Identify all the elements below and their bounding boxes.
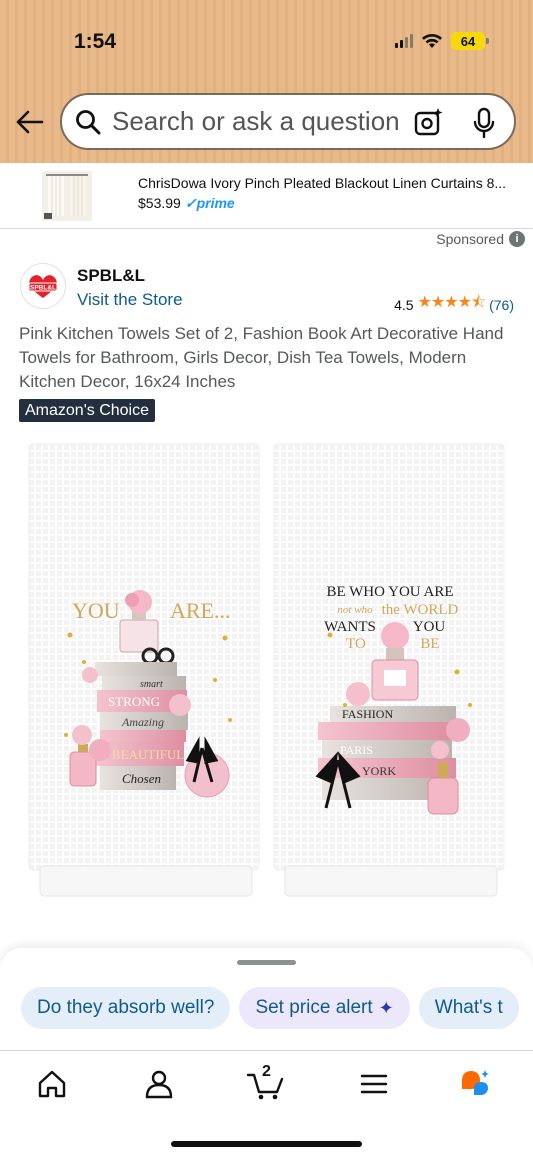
back-arrow-icon[interactable]	[14, 108, 46, 136]
star-rating-icon: ★★★★⯪	[417, 294, 487, 311]
suggestion-chips: Do they absorb well? Set price alert ✦ Wh…	[21, 987, 519, 1029]
ad-product-title[interactable]: ChrisDowa Ivory Pinch Pleated Blackout L…	[138, 175, 528, 191]
sponsored-product-strip[interactable]: ChrisDowa Ivory Pinch Pleated Blackout L…	[0, 163, 533, 229]
header-bar: 1:54 64	[0, 0, 533, 163]
book-chosen-label: Chosen	[122, 771, 161, 786]
product-image[interactable]: YOU ARE... smart STRONG Amazing BEAUTIFU…	[0, 430, 533, 910]
sponsored-label[interactable]: Sponsored i	[436, 231, 525, 247]
left-towel: YOU ARE... smart STRONG Amazing BEAUTIFU…	[28, 443, 260, 897]
book-fashion-label: FASHION	[342, 707, 393, 721]
prime-badge: ✓prime	[184, 195, 235, 211]
ad-price-value: $53.99	[138, 195, 181, 211]
towel-right-to: TO	[346, 636, 366, 652]
amazons-choice-badge: Amazon's Choice	[19, 399, 155, 422]
bottom-tab-bar: 2	[0, 1050, 533, 1120]
svg-text:SPBL&L: SPBL&L	[30, 285, 56, 292]
rating-value: 4.5	[394, 296, 414, 313]
cart-count: 2	[262, 1063, 271, 1080]
brand-logo[interactable]: SPBL&L	[20, 263, 66, 309]
book-strong-label: STRONG	[108, 694, 160, 709]
status-icons: 64	[395, 32, 489, 50]
battery-icon: 64	[451, 32, 489, 50]
search-input[interactable]	[112, 106, 417, 137]
towel-right-line1: BE WHO YOU ARE	[326, 584, 453, 600]
camera-lens-icon[interactable]	[414, 107, 444, 137]
sparkle-icon: ✦	[378, 997, 394, 1018]
info-icon[interactable]: i	[509, 231, 525, 247]
towel-left-text-you: YOU	[72, 598, 120, 623]
heart-logo-icon: SPBL&L	[28, 275, 58, 298]
curtain-thumbnail[interactable]	[42, 171, 92, 221]
review-count[interactable]: (76)	[489, 297, 514, 313]
towel-right-be: BE	[420, 636, 439, 652]
search-bar[interactable]	[60, 93, 516, 150]
towel-right-wants: WANTS	[324, 619, 376, 635]
visit-store-link[interactable]: Visit the Store	[77, 290, 183, 310]
signal-icon	[395, 34, 413, 48]
home-indicator	[171, 1141, 362, 1147]
cart-button[interactable]: 2	[246, 1063, 286, 1101]
ad-price: $53.99 ✓prime	[138, 195, 235, 212]
book-paris-label: PARIS	[340, 743, 373, 757]
towel-right-you: YOU	[413, 619, 446, 635]
home-icon[interactable]	[35, 1067, 69, 1101]
sheet-grabber[interactable]	[237, 960, 296, 965]
account-icon[interactable]	[142, 1067, 176, 1101]
brand-name: SPBL&L	[77, 266, 145, 285]
menu-icon[interactable]	[357, 1067, 391, 1101]
microphone-icon[interactable]	[472, 107, 496, 139]
chip-set-price-alert[interactable]: Set price alert ✦	[239, 987, 410, 1029]
bottom-sheet: Do they absorb well? Set price alert ✦ Wh…	[0, 948, 533, 1159]
status-time: 1:54	[74, 30, 117, 53]
towel-right-not-who: not who	[337, 604, 373, 616]
rufus-assistant-icon[interactable]	[458, 1067, 492, 1101]
book-amazing-label: Amazing	[121, 715, 164, 729]
wifi-icon	[422, 34, 442, 48]
book-smart-label: smart	[140, 679, 163, 690]
towel-right-the-world: the WORLD	[382, 602, 459, 618]
book-york-label: YORK	[362, 764, 396, 778]
rating-summary[interactable]: 4.5 ★★★★⯪ (76)	[394, 291, 514, 318]
chip-whats[interactable]: What's t	[418, 987, 519, 1029]
right-towel: BE WHO YOU ARE not who the WORLD WANTS Y…	[273, 443, 505, 897]
chip-absorb-question[interactable]: Do they absorb well?	[21, 987, 231, 1029]
book-beautiful-label: BEAUTIFUL	[112, 747, 184, 762]
towel-left-text-are: ARE...	[170, 598, 231, 623]
product-title[interactable]: Pink Kitchen Towels Set of 2, Fashion Bo…	[19, 322, 519, 394]
search-icon	[76, 109, 101, 134]
